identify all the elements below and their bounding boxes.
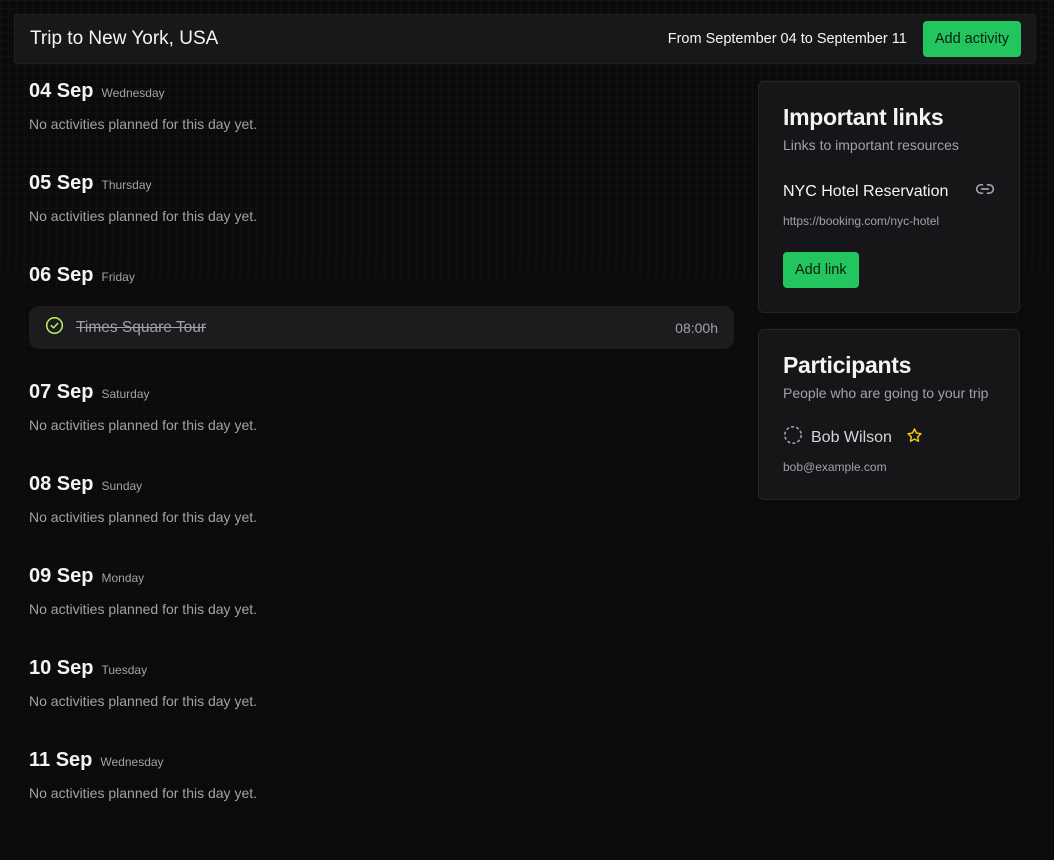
day-weekday: Thursday (101, 178, 152, 192)
day-weekday: Monday (101, 571, 145, 585)
day-date: 10 Sep (29, 657, 94, 679)
top-bar: Trip to New York, USA From September 04 … (14, 14, 1036, 64)
trip-date-range[interactable]: From September 04 to September 11 (668, 31, 907, 47)
star-icon (906, 427, 923, 449)
pending-circle-icon (783, 425, 803, 450)
day-empty-text: No activities planned for this day yet. (29, 208, 258, 224)
day-section: 11 Sep Wednesday No activities planned fo… (29, 749, 734, 841)
add-link-button[interactable]: Add link (783, 252, 859, 288)
day-weekday: Sunday (101, 479, 143, 493)
day-empty-text: No activities planned for this day yet. (29, 693, 258, 709)
participant-name: Bob Wilson (811, 428, 892, 446)
day-section: 07 Sep Saturday No activities planned for… (29, 381, 734, 473)
day-empty-text: No activities planned for this day yet. (29, 509, 258, 525)
link-url[interactable]: https://booking.com/nyc-hotel (783, 214, 995, 228)
links-title: Important links (783, 104, 944, 130)
day-section: 04 Sep Wednesday No activities planned fo… (29, 80, 734, 172)
check-circle-icon[interactable] (45, 316, 64, 340)
link-item: NYC Hotel Reservation (783, 179, 995, 204)
link-name: NYC Hotel Reservation (783, 182, 949, 200)
day-date: 06 Sep (29, 264, 94, 286)
participants-title: Participants (783, 352, 912, 378)
participants-subtitle: People who are going to your trip (783, 385, 989, 401)
important-links-card: Important links Links to important resou… (758, 81, 1020, 313)
day-weekday: Friday (101, 270, 135, 284)
day-date: 11 Sep (29, 749, 93, 771)
link-icon[interactable] (975, 179, 995, 204)
day-date: 08 Sep (29, 473, 94, 495)
day-section: 06 Sep Friday Times Square Tour 08:00h (29, 264, 734, 349)
participants-card: Participants People who are going to you… (758, 329, 1020, 500)
day-section: 05 Sep Thursday No activities planned for… (29, 172, 734, 264)
links-subtitle: Links to important resources (783, 137, 959, 153)
day-empty-text: No activities planned for this day yet. (29, 785, 258, 801)
day-weekday: Saturday (101, 387, 150, 401)
day-section: 10 Sep Tuesday No activities planned for … (29, 657, 734, 749)
activities-list: 04 Sep Wednesday No activities planned fo… (29, 80, 734, 841)
day-weekday: Wednesday (101, 86, 165, 100)
day-date: 09 Sep (29, 565, 94, 587)
day-weekday: Wednesday (100, 755, 164, 769)
trip-title: Trip to New York, USA (30, 28, 219, 49)
day-section: 09 Sep Monday No activities planned for t… (29, 565, 734, 657)
day-section: 08 Sep Sunday No activities planned for t… (29, 473, 734, 565)
day-empty-text: No activities planned for this day yet. (29, 116, 258, 132)
day-date: 04 Sep (29, 80, 94, 102)
day-empty-text: No activities planned for this day yet. (29, 601, 258, 617)
add-activity-button[interactable]: Add activity (922, 21, 1021, 57)
activity-time: 08:00h (675, 319, 718, 336)
participant-email: bob@example.com (783, 460, 887, 474)
top-bar-actions: From September 04 to September 11 Add ac… (668, 21, 1021, 57)
day-date: 05 Sep (29, 172, 94, 194)
day-date: 07 Sep (29, 381, 94, 403)
day-empty-text: No activities planned for this day yet. (29, 417, 258, 433)
activity-item[interactable]: Times Square Tour 08:00h (29, 306, 734, 349)
day-weekday: Tuesday (101, 663, 148, 677)
participant-item: Bob Wilson (783, 425, 995, 450)
activity-name: Times Square Tour (76, 318, 207, 336)
